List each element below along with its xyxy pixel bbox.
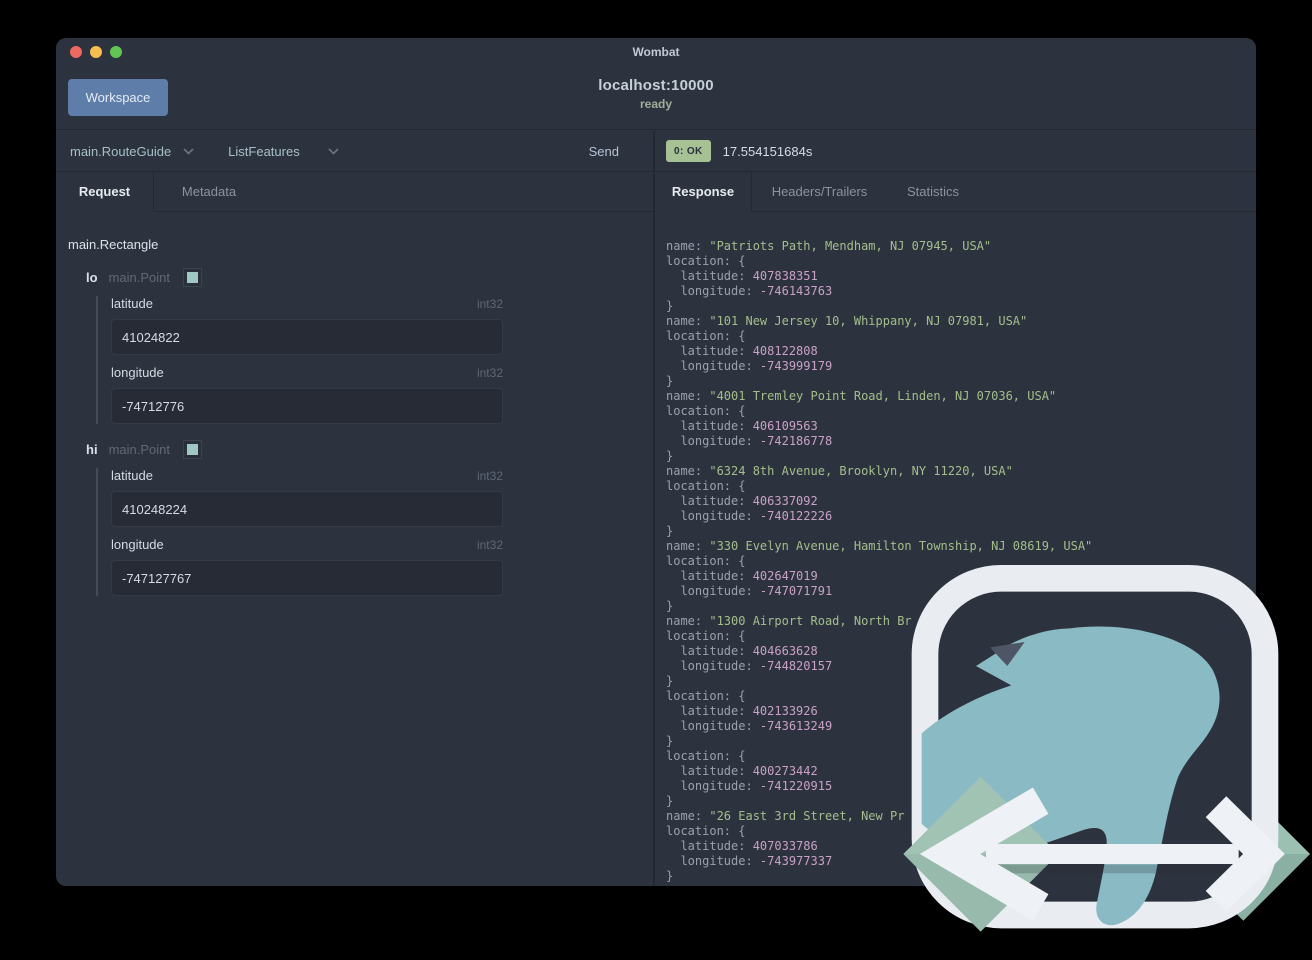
connection-header: Workspace localhost:10000 ready (56, 66, 1256, 130)
group-name: hi (86, 442, 98, 457)
hi-enabled-checkbox[interactable] (182, 440, 202, 459)
response-status-bar: 0: OK 17.554151684s (655, 131, 1256, 172)
zoom-button[interactable] (110, 46, 122, 58)
status-badge: 0: OK (666, 140, 711, 162)
response-panel: 0: OK 17.554151684s Response Headers/Tra… (655, 131, 1256, 886)
group-type: main.Point (108, 270, 170, 285)
chevron-down-icon[interactable] (183, 147, 194, 155)
response-body[interactable]: name: "Patriots Path, Mendham, NJ 07945,… (655, 212, 1256, 886)
request-form: main.Rectangle lo main.Point latitude in… (56, 212, 653, 606)
method-select[interactable]: ListFeatures (228, 144, 300, 159)
tab-statistics[interactable]: Statistics (887, 172, 979, 211)
response-tabs: Response Headers/Trailers Statistics (655, 172, 1256, 212)
field-type: int32 (476, 366, 503, 380)
message-type-label: main.Rectangle (68, 237, 159, 252)
field-label: latitude (111, 296, 153, 311)
lo-longitude-input[interactable]: -74712776 (111, 388, 503, 424)
chevron-down-icon[interactable] (328, 147, 339, 155)
field-type: int32 (476, 297, 503, 311)
connection-info: localhost:10000 ready (56, 77, 1256, 111)
field-type: int32 (476, 538, 503, 552)
close-button[interactable] (70, 46, 82, 58)
group-type: main.Point (108, 442, 170, 457)
group-name: lo (86, 270, 98, 285)
traffic-lights (70, 46, 122, 58)
lo-enabled-checkbox[interactable] (182, 268, 202, 287)
field-label: longitude (111, 365, 164, 380)
connection-target: localhost:10000 (598, 77, 714, 94)
field-label: longitude (111, 537, 164, 552)
request-panel: main.RouteGuide ListFeatures Send Reques… (56, 131, 655, 886)
connection-status: ready (639, 97, 673, 111)
method-selector-bar: main.RouteGuide ListFeatures Send (56, 131, 653, 172)
tab-metadata[interactable]: Metadata (154, 172, 264, 211)
field-type: int32 (476, 469, 503, 483)
request-tabs: Request Metadata (56, 172, 653, 212)
tab-headers-trailers[interactable]: Headers/Trailers (752, 172, 887, 211)
window-title: Wombat (632, 45, 680, 59)
lo-latitude-input[interactable]: 41024822 (111, 319, 503, 355)
hi-longitude-input[interactable]: -747127767 (111, 560, 503, 596)
send-button[interactable]: Send (589, 144, 619, 159)
field-label: latitude (111, 468, 153, 483)
field-group-hi: hi main.Point latitude int32 410248224 l… (68, 440, 641, 596)
titlebar: Wombat (56, 38, 1256, 66)
hi-latitude-input[interactable]: 410248224 (111, 491, 503, 527)
service-select[interactable]: main.RouteGuide (70, 144, 171, 159)
tab-response[interactable]: Response (655, 172, 752, 212)
minimize-button[interactable] (90, 46, 102, 58)
app-window: Wombat Workspace localhost:10000 ready m… (56, 38, 1256, 886)
tab-request[interactable]: Request (56, 172, 154, 212)
duration-label: 17.554151684s (722, 143, 813, 159)
field-group-lo: lo main.Point latitude int32 41024822 lo… (68, 268, 641, 424)
